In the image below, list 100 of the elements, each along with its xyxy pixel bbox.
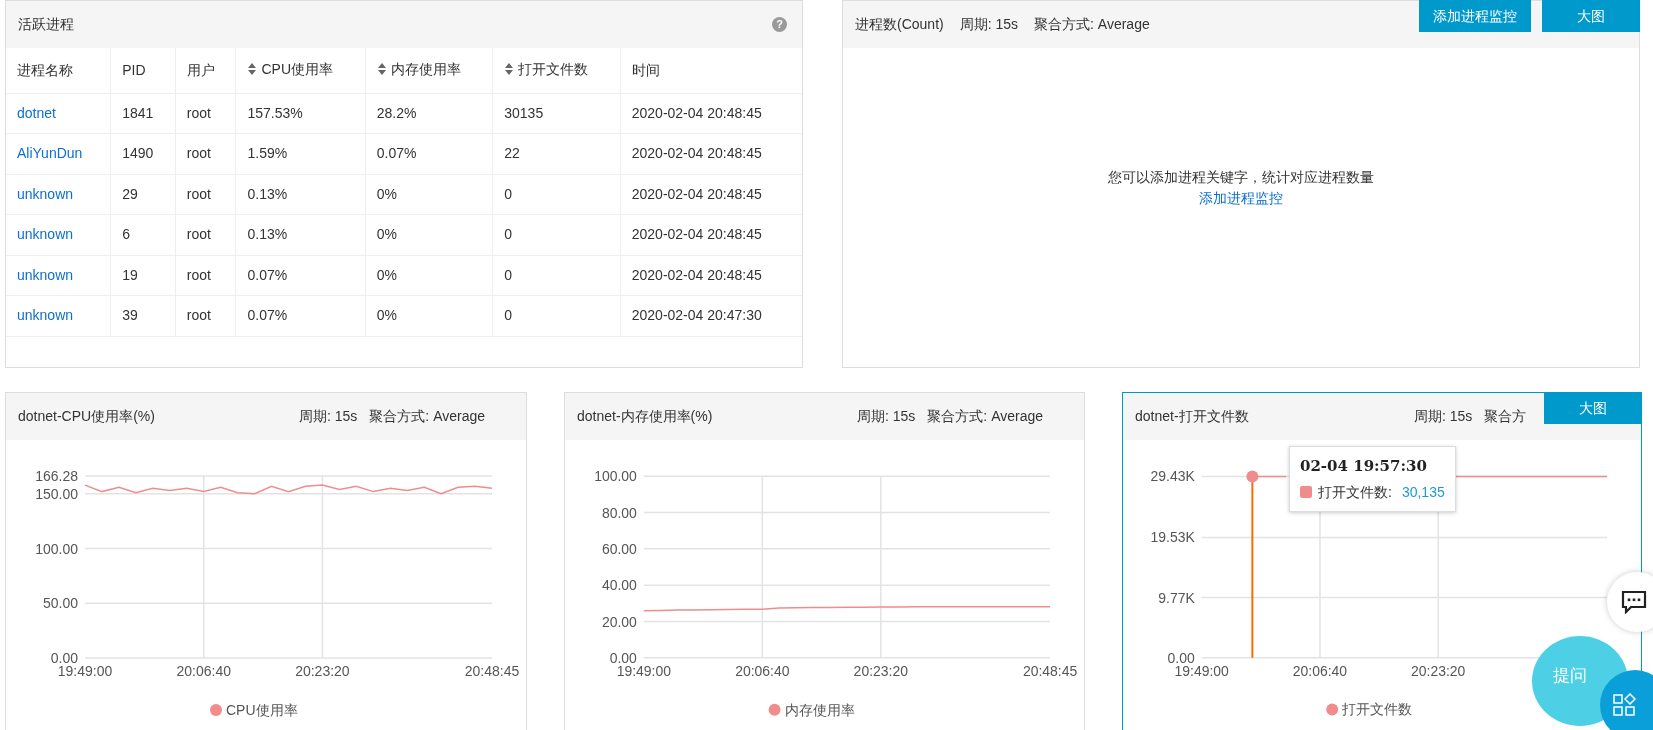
y-tick-label: 40.00 [601,577,637,594]
chat-bubble-icon [1621,590,1647,614]
table-cell: 0.13% [247,226,288,243]
y-tick-label: 20.00 [601,613,637,630]
table-cell: 39 [122,307,138,324]
table-cell: 2020-02-04 20:48:45 [631,145,762,162]
table-cell: 0.07% [376,145,417,162]
table-cell: 0 [504,266,513,283]
x-tick-label: 20:06:40 [176,663,231,679]
table-cell: 0 [504,307,513,324]
table-cell: root [186,145,211,162]
y-tick-label: 100.00 [35,540,78,557]
table-cell: 0.07% [247,266,288,283]
panel-title: dotnet-打开文件数 [1135,407,1249,426]
y-tick-label: 50.00 [42,595,78,612]
aggregation-label: 聚合方式: Average [927,407,1044,426]
y-tick-label: 19.53K [1150,529,1195,546]
grid-icon [1612,693,1636,717]
x-tick-label: 20:48:45 [464,663,520,679]
table-cell: 1490 [122,145,154,162]
period-label: 周期: 15s [857,407,916,426]
table-cell: 2020-02-04 20:48:45 [631,185,762,202]
add-monitor-link[interactable]: 添加进程监控 [1199,187,1283,209]
table-cell: 0 [504,185,513,202]
legend-label[interactable]: 内存使用率 [784,701,855,718]
y-tick-label: 100.00 [594,468,637,485]
tooltip-title: 02-04 19:57:30 [1300,456,1428,477]
process-link[interactable]: unknown [17,226,74,243]
process-link[interactable]: AliYunDun [17,145,83,162]
enlarge-button[interactable]: 大图 [1544,392,1642,424]
table-cell: 0.13% [247,185,288,202]
sort-icon[interactable] [247,62,258,76]
table-cell: root [186,226,211,243]
table-cell: 0% [376,307,398,324]
x-tick-label: 20:06:40 [1292,662,1348,679]
series-swatch [1300,485,1312,498]
table-cell: 1.59% [247,145,288,162]
table-cell: 0% [376,226,398,243]
y-tick-label: 150.00 [35,485,78,502]
tooltip-label: 打开文件数: [1318,483,1392,500]
column-header: PID [122,61,146,78]
x-tick-label: 20:06:40 [735,662,790,679]
table-cell: root [186,307,211,324]
sort-icon[interactable] [376,62,387,76]
table-cell: root [186,266,211,283]
sort-icon[interactable] [504,62,515,76]
period-label: 周期: 15s [959,15,1019,34]
legend-marker [210,704,222,716]
table-cell: 29 [122,185,138,202]
legend-label[interactable]: CPU使用率 [226,702,298,718]
table-cell: root [186,104,211,121]
table-cell: 28.2% [376,104,417,121]
table-cell: 157.53% [247,104,303,121]
table-cell: 30135 [504,104,544,121]
table-cell: 0% [376,185,398,202]
column-header[interactable]: 内存使用率 [376,58,461,80]
table-cell: root [186,185,211,202]
help-icon[interactable]: ? [772,17,787,32]
legend-marker [768,703,781,716]
table-cell: 0% [376,266,398,283]
y-tick-label: 80.00 [601,504,637,521]
table-cell: 19 [122,266,138,283]
aggregation-label: 聚合方式: Average [369,407,486,426]
table-cell: 22 [504,145,520,162]
aggregation-label: 聚合方 [1484,407,1527,426]
period-label: 周期: 15s [299,407,358,426]
process-link[interactable]: dotnet [17,104,56,121]
add-monitor-button[interactable]: 添加进程监控 [1419,0,1531,32]
process-link[interactable]: unknown [17,266,74,283]
empty-message: 您可以添加进程关键字，统计对应进程数量 [1108,167,1374,187]
process-link[interactable]: unknown [17,185,74,202]
table-cell: 0.07% [247,307,288,324]
column-header: 进程名称 [17,61,73,78]
table-cell: 2020-02-04 20:48:45 [631,266,762,283]
period-label: 周期: 15s [1414,407,1473,426]
panel-title: dotnet-内存使用率(%) [577,407,713,426]
table-cell: 0 [504,226,513,243]
x-tick-label: 20:23:20 [853,662,908,679]
enlarge-button[interactable]: 大图 [1542,0,1640,32]
x-tick-label: 19:49:00 [57,663,113,679]
panel-title: 进程数(Count) [855,15,944,34]
y-tick-label: 29.43K [1150,468,1195,485]
table-cell: 2020-02-04 20:48:45 [631,226,762,243]
y-tick-label: 166.28 [35,468,78,484]
tooltip-value: 30,135 [1401,483,1445,500]
column-header[interactable]: 打开文件数 [504,58,589,80]
y-tick-label: 60.00 [601,540,637,557]
column-header: 用户 [186,61,215,78]
table-cell: 1841 [122,104,154,121]
legend-label[interactable]: 打开文件数 [1342,701,1413,718]
legend-marker [1326,703,1339,716]
y-tick-label: 9.77K [1158,589,1195,606]
aggregation-label: 聚合方式: Average [1034,15,1150,34]
x-tick-label: 20:23:20 [1411,662,1466,679]
hover-point [1246,470,1259,483]
column-header[interactable]: CPU使用率 [247,58,334,80]
process-link[interactable]: unknown [17,307,74,324]
x-tick-label: 20:23:20 [295,663,350,679]
panel-title: 活跃进程 [18,15,74,34]
x-tick-label: 20:48:45 [1022,662,1078,679]
